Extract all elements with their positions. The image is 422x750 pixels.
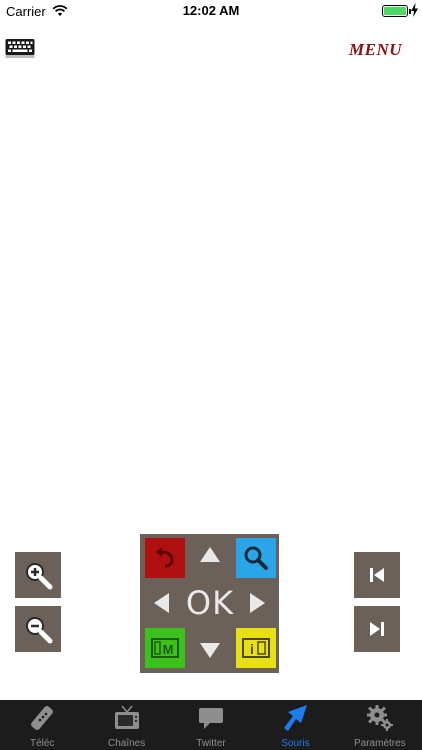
up-arrow-button[interactable] — [200, 547, 220, 562]
back-arrow-icon — [156, 547, 174, 568]
mouse-pointer-icon — [284, 705, 308, 731]
left-arrow-button[interactable] — [154, 593, 169, 613]
down-arrow-button[interactable] — [200, 643, 220, 658]
search-button[interactable] — [236, 538, 276, 578]
gears-icon — [366, 705, 393, 731]
zoom-in-icon — [26, 563, 53, 590]
info-key-button[interactable]: i — [236, 628, 276, 668]
tab-twitter[interactable]: Twitter — [169, 700, 253, 750]
tab-chaines[interactable]: Chaînes — [84, 700, 168, 750]
clock: 12:02 AM — [182, 3, 240, 18]
menu-key-button[interactable]: M — [145, 628, 185, 668]
tab-label: Paramètres — [353, 738, 406, 749]
info-i-icon: i — [242, 638, 270, 658]
previous-button[interactable] — [354, 552, 400, 598]
menu-button[interactable]: MENU — [349, 40, 402, 60]
tab-label: Twitter — [196, 738, 226, 749]
tab-telec[interactable]: Téléc — [0, 700, 84, 750]
tab-label: Téléc — [29, 738, 55, 749]
status-bar: Carrier 12:02 AM — [0, 0, 422, 22]
search-icon — [244, 546, 268, 570]
next-button[interactable] — [354, 606, 400, 652]
skip-previous-icon — [370, 568, 384, 582]
charging-bolt-icon — [411, 3, 418, 17]
tab-bar: Téléc Chaînes Twitter Souris Paramètres — [0, 700, 422, 750]
zoom-out-icon — [26, 617, 53, 644]
keyboard-icon[interactable] — [5, 38, 35, 58]
menu-m-icon: M — [151, 638, 179, 658]
remote-dpad: OK M i — [140, 534, 279, 673]
tab-label: Souris — [281, 738, 310, 749]
zoom-in-button[interactable] — [15, 552, 61, 598]
tab-label: Chaînes — [107, 738, 146, 749]
tab-souris[interactable]: Souris — [253, 700, 337, 750]
ok-button[interactable]: OK — [178, 582, 242, 624]
tv-icon — [114, 705, 139, 729]
svg-text:i: i — [250, 641, 254, 657]
speech-bubble-icon — [199, 708, 224, 729]
battery-icon — [382, 5, 408, 17]
remote-icon — [31, 706, 54, 730]
skip-next-icon — [370, 622, 384, 636]
zoom-out-button[interactable] — [15, 606, 61, 652]
right-arrow-button[interactable] — [250, 593, 265, 613]
tab-parametres[interactable]: Paramètres — [338, 700, 422, 750]
svg-text:M: M — [163, 642, 174, 657]
back-button[interactable] — [145, 538, 185, 578]
